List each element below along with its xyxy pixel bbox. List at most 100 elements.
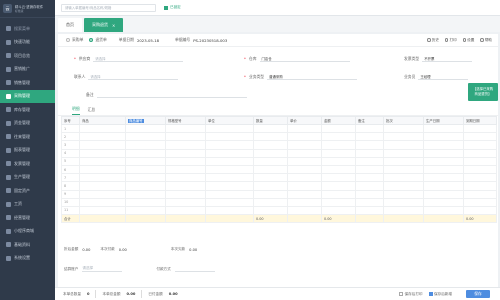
table-cell[interactable]: [287, 173, 322, 183]
table-cell[interactable]: [321, 205, 356, 216]
sidebar-item-13[interactable]: 工资: [0, 198, 55, 212]
tab-purchase-return[interactable]: 采购退货 ×: [84, 18, 124, 32]
table-cell[interactable]: [79, 205, 126, 216]
sidebar-item-5[interactable]: 采购管理: [0, 89, 55, 103]
table-cell[interactable]: [321, 148, 356, 158]
table-cell[interactable]: [165, 132, 206, 142]
table-cell[interactable]: [355, 197, 384, 207]
invoice-type-input[interactable]: 不开票: [422, 55, 473, 62]
table-cell[interactable]: [321, 164, 356, 175]
sidebar-item-2[interactable]: 项目总览: [0, 49, 55, 63]
warehouse-input[interactable]: 门店仓: [259, 55, 350, 62]
table-cell[interactable]: [321, 132, 356, 142]
table-row[interactable]: 11: [61, 205, 497, 216]
table-cell[interactable]: [355, 140, 384, 150]
table-cell[interactable]: [355, 148, 384, 158]
sidebar-item-14[interactable]: 经营管理: [0, 211, 55, 225]
table-cell[interactable]: [205, 123, 254, 134]
tool-print[interactable]: 打印: [444, 38, 457, 43]
table-cell[interactable]: [355, 123, 384, 134]
table-cell[interactable]: [165, 156, 206, 166]
table-cell[interactable]: [423, 205, 464, 216]
table-row[interactable]: 2: [61, 132, 497, 142]
tool-help[interactable]: 帮助: [480, 38, 492, 43]
table-cell[interactable]: [79, 156, 126, 166]
table-cell[interactable]: [125, 148, 166, 158]
column-header[interactable]: 备注: [355, 116, 384, 125]
table-cell[interactable]: [321, 181, 356, 191]
table-cell[interactable]: [253, 156, 288, 166]
column-header[interactable]: 商品编号: [125, 116, 166, 125]
search-input[interactable]: 请输入单据编号/商品名称/规格: [61, 3, 156, 12]
column-header[interactable]: 金额: [321, 116, 356, 125]
table-cell[interactable]: [383, 132, 424, 142]
close-icon[interactable]: ×: [112, 23, 115, 28]
sidebar-item-9[interactable]: 报表管理: [0, 144, 55, 158]
table-cell[interactable]: [165, 123, 206, 134]
table-cell[interactable]: [165, 189, 206, 199]
table-cell[interactable]: [205, 132, 254, 142]
table-cell[interactable]: [253, 181, 288, 191]
table-cell[interactable]: [383, 156, 424, 166]
contact-input[interactable]: 请选择: [88, 73, 179, 80]
radio-purchase[interactable]: 采购单: [66, 37, 83, 43]
table-cell[interactable]: [253, 140, 288, 150]
table-cell[interactable]: [355, 173, 384, 183]
radio-return[interactable]: 退货单: [89, 37, 107, 43]
supplier-input[interactable]: 请选择: [93, 55, 184, 62]
save-button[interactable]: 保存: [466, 290, 490, 298]
table-cell[interactable]: [205, 181, 254, 191]
table-row[interactable]: 10: [61, 197, 497, 207]
column-header[interactable]: 单位: [205, 116, 254, 125]
table-cell[interactable]: [253, 164, 288, 175]
table-cell[interactable]: [125, 164, 166, 175]
table-cell[interactable]: [463, 189, 497, 199]
table-cell[interactable]: [423, 189, 464, 199]
table-cell[interactable]: [79, 189, 126, 199]
table-cell[interactable]: [383, 140, 424, 150]
table-cell[interactable]: [125, 197, 166, 207]
table-cell[interactable]: [463, 123, 497, 134]
salesman-input[interactable]: 王经理: [418, 73, 469, 80]
table-cell[interactable]: [383, 197, 424, 207]
sidebar-item-11[interactable]: 生产管理: [0, 171, 55, 185]
table-cell[interactable]: [79, 173, 126, 183]
sidebar-item-15[interactable]: 小程序商城: [0, 225, 55, 239]
table-cell[interactable]: [287, 205, 322, 216]
table-cell[interactable]: [383, 123, 424, 134]
table-cell[interactable]: [423, 132, 464, 142]
table-cell[interactable]: [165, 148, 206, 158]
sidebar-item-12[interactable]: 固定资产: [0, 184, 55, 198]
table-row[interactable]: 4: [61, 148, 497, 158]
new-after-save-toggle[interactable]: 保存后新增: [428, 292, 452, 297]
lock-toggle[interactable]: 已锁定: [164, 5, 181, 10]
table-row[interactable]: 1: [61, 123, 497, 134]
tab-home[interactable]: 首页: [58, 18, 82, 32]
table-cell[interactable]: [463, 140, 497, 150]
table-cell[interactable]: [321, 156, 356, 166]
sidebar-item-10[interactable]: 发票管理: [0, 157, 55, 171]
table-cell[interactable]: [125, 173, 166, 183]
table-cell[interactable]: [205, 189, 254, 199]
tab-detail[interactable]: 明细: [72, 106, 80, 115]
table-cell[interactable]: [79, 164, 126, 175]
table-row[interactable]: 3: [61, 140, 497, 150]
table-cell[interactable]: [79, 197, 126, 207]
table-cell[interactable]: [205, 164, 254, 175]
date-field[interactable]: 单据日期 2023-05-18: [119, 37, 159, 43]
table-cell[interactable]: [165, 164, 206, 175]
column-header[interactable]: 数量: [253, 116, 288, 125]
table-cell[interactable]: [205, 148, 254, 158]
table-cell[interactable]: [253, 189, 288, 199]
table-cell[interactable]: [321, 123, 356, 134]
table-cell[interactable]: [383, 164, 424, 175]
table-cell[interactable]: [423, 148, 464, 158]
table-cell[interactable]: [383, 189, 424, 199]
table-cell[interactable]: [355, 181, 384, 191]
table-cell[interactable]: [383, 148, 424, 158]
table-cell[interactable]: [79, 132, 126, 142]
table-cell[interactable]: [463, 181, 497, 191]
table-cell[interactable]: [423, 173, 464, 183]
column-header[interactable]: 序号: [61, 116, 80, 125]
table-cell[interactable]: [79, 181, 126, 191]
